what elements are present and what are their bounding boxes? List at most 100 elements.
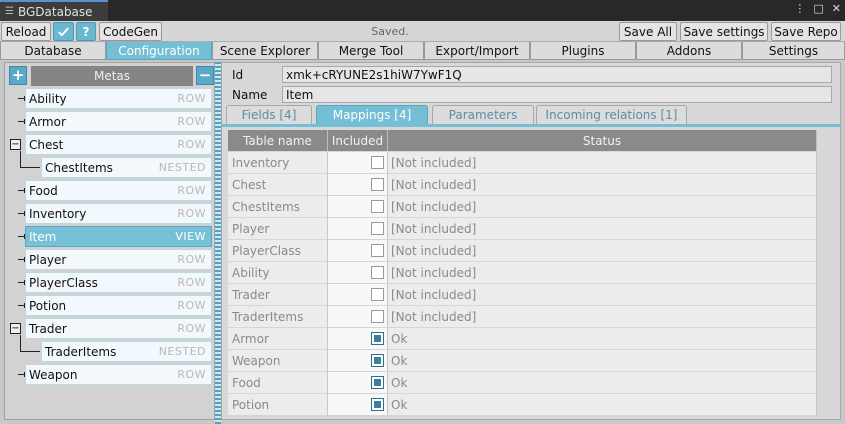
meta-type: ROW bbox=[177, 253, 206, 266]
included-checkbox[interactable] bbox=[371, 332, 384, 345]
name-field[interactable]: Item bbox=[282, 86, 832, 103]
row-status: Ok bbox=[388, 372, 817, 394]
meta-item[interactable]: Ability ROW bbox=[25, 88, 212, 109]
meta-name: Weapon bbox=[29, 367, 78, 382]
tab-settings[interactable]: Settings bbox=[742, 42, 845, 60]
included-checkbox[interactable] bbox=[371, 156, 384, 169]
included-checkbox[interactable] bbox=[371, 222, 384, 235]
row-status: [Not included] bbox=[388, 240, 817, 262]
included-checkbox[interactable] bbox=[371, 288, 384, 301]
row-table-name: Player bbox=[228, 218, 328, 240]
remove-meta-icon[interactable]: − bbox=[196, 66, 214, 85]
meta-item-selected[interactable]: Item VIEW bbox=[25, 226, 212, 247]
table-row: Ability [Not included] bbox=[228, 262, 817, 284]
meta-item[interactable]: Inventory ROW bbox=[25, 203, 212, 224]
row-included-cell bbox=[328, 240, 388, 262]
more-options-icon[interactable]: ⋮ bbox=[794, 2, 805, 15]
tab-scene-explorer[interactable]: Scene Explorer bbox=[212, 42, 318, 60]
help-icon[interactable]: ? bbox=[76, 22, 96, 41]
tree-connector bbox=[20, 335, 21, 351]
close-icon[interactable]: ✕ bbox=[832, 2, 841, 15]
tab-configuration[interactable]: Configuration bbox=[106, 42, 212, 60]
meta-type: ROW bbox=[177, 138, 206, 151]
included-checkbox[interactable] bbox=[371, 266, 384, 279]
tab-plugins[interactable]: Plugins bbox=[530, 42, 636, 60]
row-status: Ok bbox=[388, 328, 817, 350]
checkmark-icon[interactable] bbox=[53, 22, 74, 41]
toolbar: Reload ? CodeGen Saved. Save All Save se… bbox=[0, 21, 845, 42]
tab-addons[interactable]: Addons bbox=[636, 42, 742, 60]
save-repo-button[interactable]: Save Repo bbox=[771, 22, 841, 41]
window-tab[interactable]: ☰ BGDatabase bbox=[0, 0, 108, 21]
row-included-cell bbox=[328, 262, 388, 284]
included-checkbox[interactable] bbox=[371, 200, 384, 213]
row-status: Ok bbox=[388, 394, 817, 416]
tree-connector bbox=[20, 351, 40, 352]
id-field[interactable]: xmk+cRYUNE2s1hiW7YwF1Q bbox=[282, 66, 832, 83]
table-row: Trader [Not included] bbox=[228, 284, 817, 306]
meta-item-nested[interactable]: TraderItems NESTED bbox=[41, 341, 212, 362]
row-status: [Not included] bbox=[388, 196, 817, 218]
collapse-icon[interactable]: − bbox=[10, 139, 21, 150]
row-included-cell bbox=[328, 196, 388, 218]
table-row: Food Ok bbox=[228, 372, 817, 394]
tab-merge-tool[interactable]: Merge Tool bbox=[318, 42, 424, 60]
tab-database[interactable]: Database bbox=[0, 42, 106, 60]
meta-item[interactable]: PlayerClass ROW bbox=[25, 272, 212, 293]
meta-type: VIEW bbox=[175, 230, 206, 243]
collapse-icon[interactable]: − bbox=[10, 323, 21, 334]
included-checkbox[interactable] bbox=[371, 398, 384, 411]
table-row: Potion Ok bbox=[228, 394, 817, 416]
codegen-button[interactable]: CodeGen bbox=[99, 22, 162, 41]
meta-item-nested[interactable]: ChestItems NESTED bbox=[41, 157, 212, 178]
row-included-cell bbox=[328, 152, 388, 174]
meta-item[interactable]: Player ROW bbox=[25, 249, 212, 270]
meta-item[interactable]: Trader ROW bbox=[25, 318, 212, 339]
included-checkbox[interactable] bbox=[371, 244, 384, 257]
meta-item[interactable]: Chest ROW bbox=[25, 134, 212, 155]
meta-type: ROW bbox=[177, 322, 206, 335]
tab-fields[interactable]: Fields [4] bbox=[226, 105, 312, 124]
row-table-name: Food bbox=[228, 372, 328, 394]
row-table-name: Ability bbox=[228, 262, 328, 284]
row-table-name: TraderItems bbox=[228, 306, 328, 328]
table-row: Weapon Ok bbox=[228, 350, 817, 372]
included-checkbox[interactable] bbox=[371, 178, 384, 191]
row-table-name: Potion bbox=[228, 394, 328, 416]
tab-parameters[interactable]: Parameters bbox=[432, 105, 534, 124]
meta-name: Item bbox=[29, 229, 57, 244]
meta-item[interactable]: Potion ROW bbox=[25, 295, 212, 316]
meta-name: Armor bbox=[29, 114, 66, 129]
meta-type: ROW bbox=[177, 92, 206, 105]
included-checkbox[interactable] bbox=[371, 310, 384, 323]
meta-name: Potion bbox=[29, 298, 67, 313]
tab-mappings[interactable]: Mappings [4] bbox=[316, 105, 428, 124]
meta-item[interactable]: Armor ROW bbox=[25, 111, 212, 132]
maximize-icon[interactable]: □ bbox=[813, 2, 823, 15]
row-status: [Not included] bbox=[388, 174, 817, 196]
id-label: Id bbox=[232, 68, 244, 82]
save-settings-button[interactable]: Save settings bbox=[680, 22, 768, 41]
row-table-name: Armor bbox=[228, 328, 328, 350]
meta-type: ROW bbox=[177, 184, 206, 197]
row-status: Ok bbox=[388, 350, 817, 372]
window-controls: ⋮ □ ✕ bbox=[794, 2, 841, 15]
table-row: Inventory [Not included] bbox=[228, 152, 817, 174]
meta-item[interactable]: Weapon ROW bbox=[25, 364, 212, 385]
col-header-included: Included bbox=[328, 130, 388, 151]
tab-incoming-relations[interactable]: Incoming relations [1] bbox=[536, 105, 687, 124]
save-all-button[interactable]: Save All bbox=[619, 22, 677, 41]
reload-button[interactable]: Reload bbox=[1, 22, 51, 41]
included-checkbox[interactable] bbox=[371, 354, 384, 367]
row-status: [Not included] bbox=[388, 152, 817, 174]
row-table-name: Chest bbox=[228, 174, 328, 196]
row-included-cell bbox=[328, 306, 388, 328]
tab-export-import[interactable]: Export/Import bbox=[424, 42, 530, 60]
meta-item[interactable]: Food ROW bbox=[25, 180, 212, 201]
meta-name: Chest bbox=[29, 137, 64, 152]
included-checkbox[interactable] bbox=[371, 376, 384, 389]
row-table-name: Trader bbox=[228, 284, 328, 306]
row-included-cell bbox=[328, 372, 388, 394]
add-meta-icon[interactable]: + bbox=[9, 66, 27, 85]
meta-details-panel: Id xmk+cRYUNE2s1hiW7YwF1Q Name Item Fiel… bbox=[221, 62, 841, 420]
